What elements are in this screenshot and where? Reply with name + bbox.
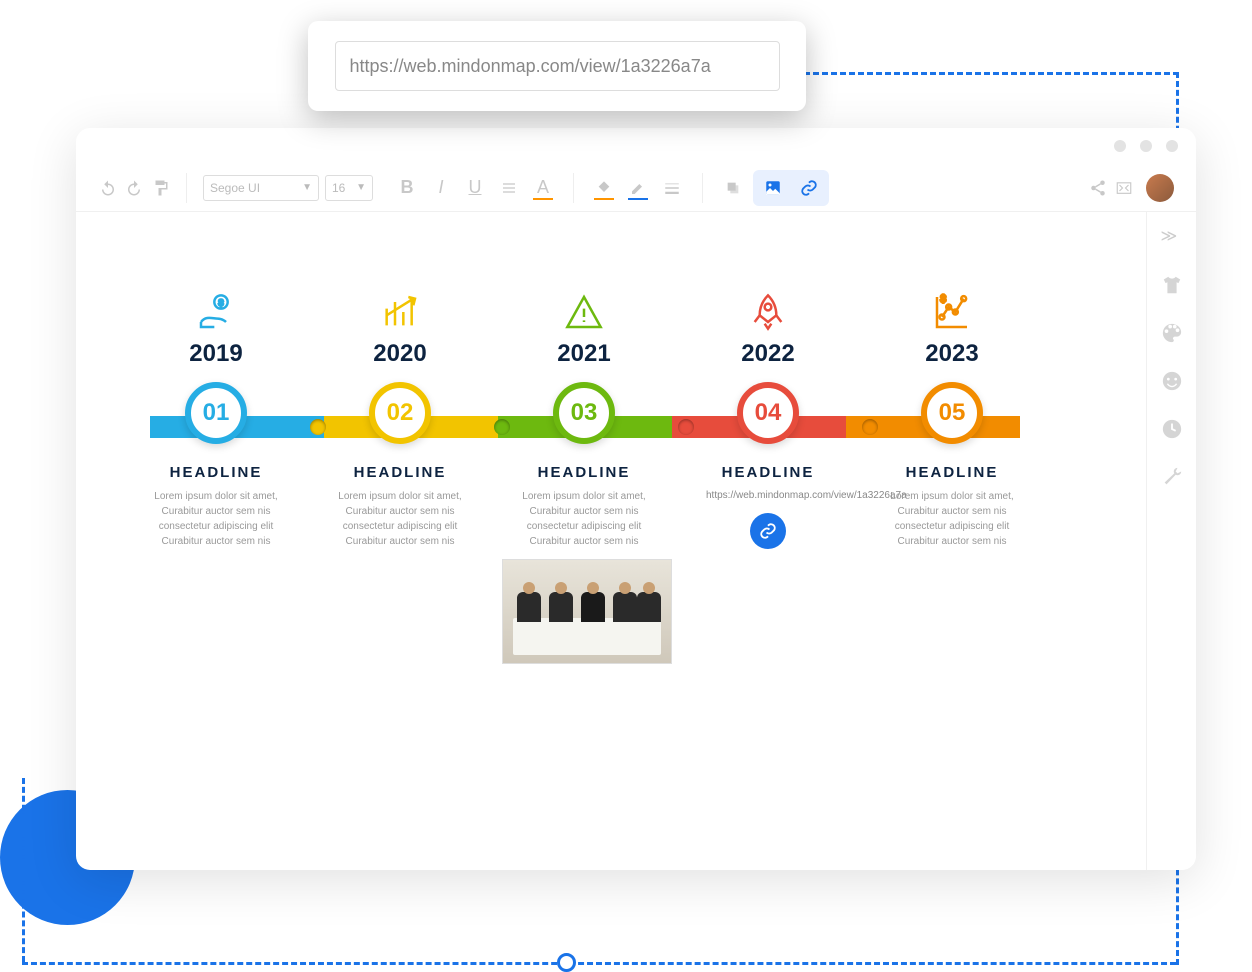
underline-button[interactable]: U (461, 174, 489, 202)
fill-color-button[interactable] (590, 174, 618, 202)
font-size-select[interactable]: 16 ▼ (325, 175, 373, 201)
toolbar-separator (573, 173, 574, 203)
user-avatar[interactable] (1146, 174, 1174, 202)
border-color-button[interactable] (624, 174, 652, 202)
insert-link-button[interactable] (795, 174, 823, 202)
timeline-notch (862, 419, 878, 435)
warning-icon (502, 288, 666, 336)
active-insert-group (753, 170, 829, 206)
settings-wrench-icon[interactable] (1161, 466, 1183, 488)
connector-dot (557, 953, 576, 972)
emoji-icon[interactable] (1161, 370, 1183, 392)
timeline-item[interactable]: $ 2023 05 HEADLINE Lorem ipsum dolor sit… (870, 288, 1034, 818)
redo-button[interactable] (124, 178, 144, 198)
timeline-body: Lorem ipsum dolor sit amet, Curabitur au… (502, 489, 666, 549)
undo-button[interactable] (98, 178, 118, 198)
share-url-input[interactable] (335, 41, 780, 91)
timeline-number-ring: 04 (737, 382, 799, 444)
timeline-number: 05 (939, 399, 966, 427)
font-family-select[interactable]: Segoe UI ▼ (203, 175, 319, 201)
toolbar-separator (702, 173, 703, 203)
layers-button[interactable] (719, 174, 747, 202)
right-side-panel: ≫ (1146, 212, 1196, 870)
history-clock-icon[interactable] (1161, 418, 1183, 440)
align-button[interactable] (495, 174, 523, 202)
timeline-year: 2021 (502, 340, 666, 368)
timeline-number-ring: 01 (185, 382, 247, 444)
window-titlebar (76, 128, 1196, 164)
chevron-down-icon: ▼ (302, 182, 312, 193)
timeline-number: 03 (571, 399, 598, 427)
dashed-connector (22, 778, 25, 962)
timeline-body: Lorem ipsum dolor sit amet, Curabitur au… (318, 489, 482, 549)
editor-window: Segoe UI ▼ 16 ▼ B I U A ≫ (76, 128, 1196, 870)
timeline-headline: HEADLINE (502, 464, 666, 481)
rocket-icon (686, 288, 850, 336)
export-button[interactable] (1114, 178, 1134, 198)
collapse-panel-button[interactable]: ≫ (1161, 226, 1183, 248)
line-style-button[interactable] (658, 174, 686, 202)
timeline-year: 2022 (686, 340, 850, 368)
chevron-down-icon: ▼ (356, 182, 366, 193)
timeline-number-ring: 05 (921, 382, 983, 444)
font-color-button[interactable]: A (529, 174, 557, 202)
window-control-dot[interactable] (1166, 140, 1178, 152)
timeline-item[interactable]: 2020 02 HEADLINE Lorem ipsum dolor sit a… (318, 288, 482, 818)
editor-toolbar: Segoe UI ▼ 16 ▼ B I U A (76, 164, 1196, 212)
hand-money-icon: $ (134, 288, 298, 336)
timeline-link-text: https://web.mindonmap.com/view/1a3226a7a (686, 489, 850, 503)
svg-text:$: $ (219, 297, 224, 307)
svg-text:$: $ (940, 294, 946, 305)
link-badge-icon[interactable] (750, 513, 786, 549)
window-control-dot[interactable] (1140, 140, 1152, 152)
timeline-number-ring: 02 (369, 382, 431, 444)
timeline-year: 2019 (134, 340, 298, 368)
timeline-item[interactable]: 2022 04 HEADLINE https://web.mindonmap.c… (686, 288, 850, 818)
share-button[interactable] (1088, 178, 1108, 198)
timeline-number: 02 (387, 399, 414, 427)
timeline-notch (494, 419, 510, 435)
timeline-body: Lorem ipsum dolor sit amet, Curabitur au… (134, 489, 298, 549)
share-url-popup (308, 21, 806, 111)
timeline-year: 2023 (870, 340, 1034, 368)
theme-tshirt-icon[interactable] (1161, 274, 1183, 296)
analytics-icon: $ (870, 288, 1034, 336)
window-control-dot[interactable] (1114, 140, 1126, 152)
timeline-number-ring: 03 (553, 382, 615, 444)
growth-chart-icon (318, 288, 482, 336)
timeline-item[interactable]: 2021 03 HEADLINE Lorem ipsum dolor sit a… (502, 288, 666, 818)
editor-canvas[interactable]: $ 2019 01 HEADLINE Lorem ipsum dolor sit… (134, 288, 1034, 818)
timeline-year: 2020 (318, 340, 482, 368)
timeline-columns: $ 2019 01 HEADLINE Lorem ipsum dolor sit… (134, 288, 1034, 818)
palette-icon[interactable] (1161, 322, 1183, 344)
timeline-headline: HEADLINE (318, 464, 482, 481)
toolbar-separator (186, 173, 187, 203)
bold-button[interactable]: B (393, 174, 421, 202)
timeline-item[interactable]: $ 2019 01 HEADLINE Lorem ipsum dolor sit… (134, 288, 298, 818)
format-painter-button[interactable] (150, 178, 170, 198)
timeline-number: 01 (203, 399, 230, 427)
timeline-headline: HEADLINE (686, 464, 850, 481)
insert-image-button[interactable] (759, 174, 787, 202)
inserted-image[interactable] (502, 559, 672, 664)
timeline-notch (310, 419, 326, 435)
timeline-number: 04 (755, 399, 782, 427)
dashed-connector (804, 72, 1179, 75)
font-size-value: 16 (332, 181, 345, 195)
timeline-headline: HEADLINE (134, 464, 298, 481)
font-family-value: Segoe UI (210, 181, 260, 195)
timeline-body: Lorem ipsum dolor sit amet, Curabitur au… (870, 489, 1034, 549)
timeline-headline: HEADLINE (870, 464, 1034, 481)
timeline-notch (678, 419, 694, 435)
italic-button[interactable]: I (427, 174, 455, 202)
